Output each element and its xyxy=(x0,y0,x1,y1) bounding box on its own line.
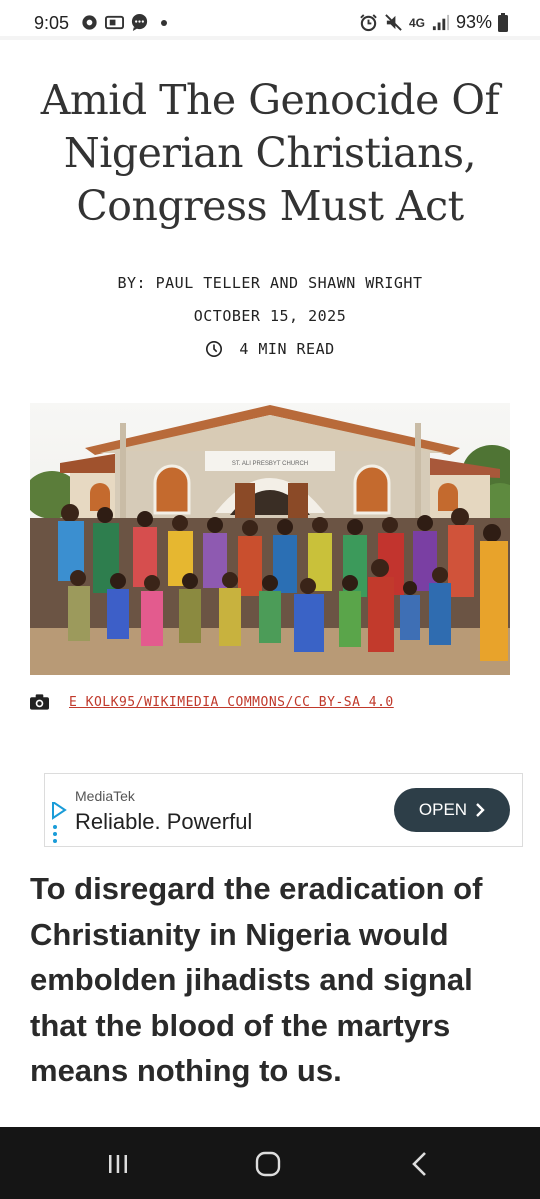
status-right-icons: 4G 93% xyxy=(359,12,508,33)
system-nav-bar xyxy=(0,1127,540,1199)
ad-choices-icon[interactable] xyxy=(51,802,67,846)
read-time: 4 MIN READ xyxy=(0,340,540,358)
recents-button[interactable] xyxy=(103,1149,133,1179)
battery-icon xyxy=(498,13,508,32)
signal-icon xyxy=(432,14,450,31)
notification-dot xyxy=(161,19,167,26)
home-button[interactable] xyxy=(253,1149,283,1179)
ad-brand: MediaTek xyxy=(75,788,135,804)
ad-open-label: OPEN xyxy=(418,800,468,819)
mute-icon xyxy=(385,14,402,31)
screen-cast-icon xyxy=(105,15,124,30)
sync-icon xyxy=(82,15,97,30)
status-bar: 9:05 4G 93% xyxy=(0,0,540,48)
ad-open-button[interactable]: OPEN xyxy=(394,788,510,832)
alarm-icon xyxy=(360,14,377,32)
image-credit-row: E KOLK95/WIKIMEDIA COMMONS/CC BY-SA 4.0 xyxy=(30,694,510,710)
back-button[interactable] xyxy=(405,1149,435,1179)
read-time-label: 4 MIN READ xyxy=(239,340,335,358)
chevron-right-icon xyxy=(476,803,485,817)
chat-icon xyxy=(131,13,148,32)
battery-percent: 93% xyxy=(455,12,492,32)
network-type: 4G xyxy=(408,15,425,30)
article-deck: To disregard the eradication of Christia… xyxy=(30,871,483,1088)
article-headline: Amid The Genocide Of Nigerian Christians… xyxy=(40,76,500,230)
article-hero-image[interactable]: ST. ALI PRESBYT CHURCH xyxy=(30,403,510,675)
church-crowd-photo: ST. ALI PRESBYT CHURCH xyxy=(30,403,510,675)
image-credit-link[interactable]: E KOLK95/WIKIMEDIA COMMONS/CC BY-SA 4.0 xyxy=(69,695,394,710)
recents-icon xyxy=(109,1155,127,1173)
ad-tagline: Reliable. Powerful xyxy=(75,809,253,834)
back-icon xyxy=(412,1152,426,1176)
article-byline[interactable]: BY: PAUL TELLER AND SHAWN WRIGHT xyxy=(0,274,540,292)
home-icon xyxy=(255,1151,281,1177)
article-date: OCTOBER 15, 2025 xyxy=(193,307,347,325)
church-sign-text: ST. ALI PRESBYT CHURCH xyxy=(232,461,308,467)
page-top-strip xyxy=(0,36,540,40)
ad-banner[interactable]: MediaTek Reliable. Powerful OPEN xyxy=(44,773,523,847)
status-time: 9:05 xyxy=(34,13,70,33)
camera-icon xyxy=(30,694,49,710)
clock-icon xyxy=(206,340,223,358)
status-left-icons xyxy=(80,13,167,32)
